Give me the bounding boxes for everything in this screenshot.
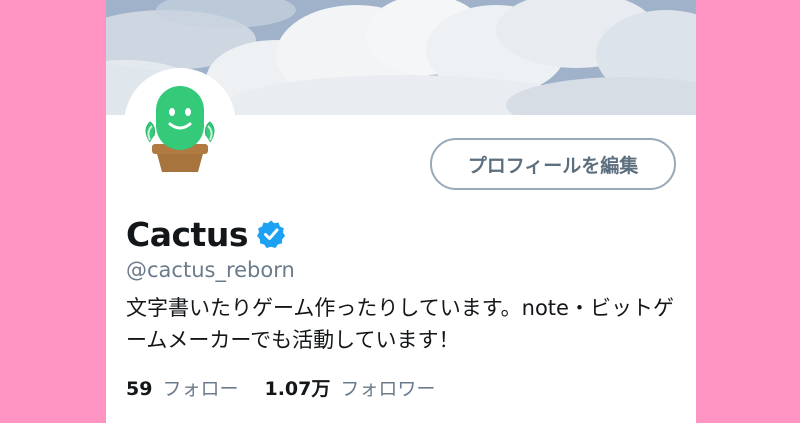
edit-profile-button[interactable]: プロフィールを編集: [430, 138, 676, 190]
avatar-frame[interactable]: [124, 68, 236, 180]
name-row: Cactus: [126, 212, 286, 256]
profile-bio: 文字書いたりゲーム作ったりしています。note・ビットゲームメーカーでも活動して…: [126, 296, 674, 352]
display-name: Cactus: [126, 214, 248, 254]
followers-label: フォロワー: [340, 378, 436, 400]
following-count: 59: [126, 378, 153, 400]
cactus-avatar-icon: [128, 72, 232, 176]
avatar[interactable]: [128, 72, 232, 176]
followers-link[interactable]: 1.07万 フォロワー: [264, 374, 435, 401]
following-label: フォロー: [162, 378, 239, 400]
user-handle: @cactus_reborn: [126, 258, 295, 282]
follow-stats: 59 フォロー 1.07万 フォロワー: [126, 374, 435, 401]
followers-count: 1.07万: [264, 378, 331, 400]
profile-card: プロフィールを編集 Cactus @cactus_reborn 文字書いたりゲー…: [106, 0, 696, 423]
following-link[interactable]: 59 フォロー: [126, 374, 238, 401]
verified-badge-icon: [256, 219, 286, 249]
